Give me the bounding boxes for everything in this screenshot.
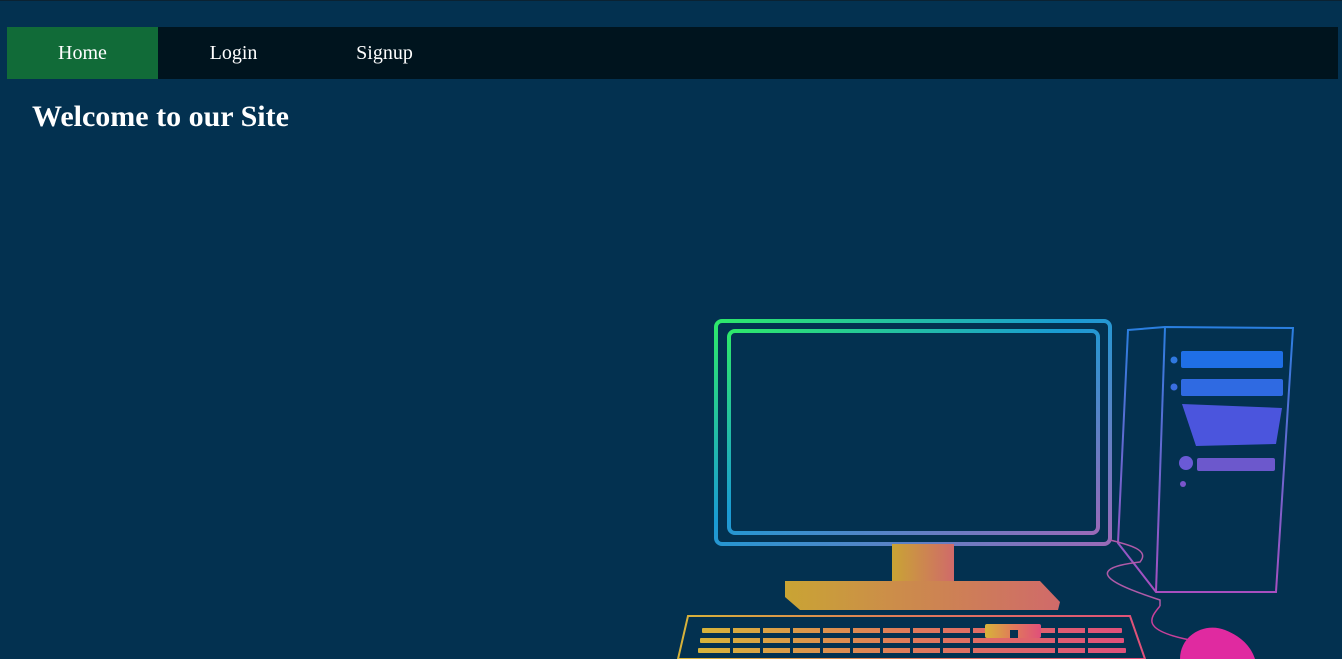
tower-small-led bbox=[1180, 481, 1186, 487]
tower-led-1 bbox=[1170, 356, 1178, 364]
mouse-cable bbox=[1151, 605, 1191, 641]
tower-power-strip bbox=[1197, 458, 1275, 471]
monitor-outer-frame bbox=[714, 319, 1112, 546]
computer-desktop-icon bbox=[676, 319, 1295, 659]
tower-drive-bay-1 bbox=[1181, 351, 1283, 368]
monitor-stand-base bbox=[785, 581, 1060, 610]
top-divider bbox=[0, 0, 1342, 1]
monitor-stand-neck bbox=[892, 544, 954, 582]
tower-drive-slot bbox=[1182, 404, 1282, 446]
tower-power-button bbox=[1179, 456, 1193, 470]
tower-led-2 bbox=[1170, 383, 1178, 391]
pc-tower-edge bbox=[1155, 326, 1166, 593]
nav-item-home[interactable]: Home bbox=[7, 27, 158, 79]
nav-item-login[interactable]: Login bbox=[158, 27, 309, 79]
page: Home Login Signup Welcome to our Site bbox=[0, 0, 1342, 659]
tower-drive-bay-2 bbox=[1181, 379, 1283, 396]
monitor-inner-frame bbox=[727, 329, 1100, 535]
page-title: Welcome to our Site bbox=[32, 100, 289, 133]
nav-item-signup[interactable]: Signup bbox=[309, 27, 460, 79]
navbar: Home Login Signup bbox=[7, 27, 1338, 79]
monitor-cable bbox=[1106, 539, 1161, 606]
mouse bbox=[1180, 627, 1255, 659]
